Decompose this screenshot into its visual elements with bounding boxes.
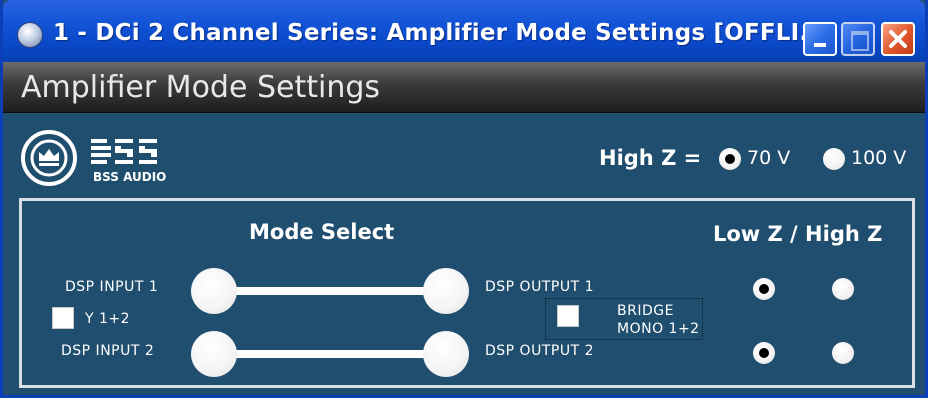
- output-1-knob[interactable]: [423, 268, 469, 314]
- amplifier-mode-window: 1 - DCi 2 Channel Series: Amplifier Mode…: [0, 0, 928, 398]
- channel-2-low-z-radio[interactable]: [753, 342, 775, 364]
- channel-1-route-line: [213, 287, 449, 295]
- dsp-output-1-label: DSP OUTPUT 1: [485, 279, 594, 295]
- page-title: Amplifier Mode Settings: [21, 70, 381, 105]
- channel-2-route-line: [213, 350, 449, 358]
- bridge-label: BRIDGE: [617, 303, 674, 319]
- minimize-button[interactable]: [803, 22, 837, 56]
- maximize-icon: [851, 31, 869, 51]
- channel-1-high-z-radio[interactable]: [832, 278, 854, 300]
- maximize-button[interactable]: [841, 22, 875, 56]
- app-icon[interactable]: [17, 22, 43, 48]
- dsp-input-2-label: DSP INPUT 2: [61, 343, 155, 359]
- channel-2-high-z-radio[interactable]: [832, 342, 854, 364]
- y-1-2-label: Y 1+2: [85, 311, 131, 327]
- y-1-2-checkbox[interactable]: [52, 307, 74, 329]
- high-z-100v-label: 100 V: [851, 147, 907, 169]
- bridge-mono-checkbox[interactable]: [557, 305, 579, 327]
- close-button[interactable]: [881, 22, 915, 56]
- svg-text:BSS AUDIO: BSS AUDIO: [93, 170, 166, 184]
- high-z-label: High Z =: [599, 146, 702, 170]
- mode-select-title: Mode Select: [249, 220, 395, 244]
- input-2-knob[interactable]: [191, 331, 237, 377]
- mono-1-2-label: MONO 1+2: [617, 321, 700, 337]
- low-high-z-title: Low Z / High Z: [713, 222, 883, 246]
- dsp-input-1-label: DSP INPUT 1: [65, 279, 159, 295]
- window-title: 1 - DCi 2 Channel Series: Amplifier Mode…: [53, 20, 827, 46]
- title-bar[interactable]: 1 - DCi 2 Channel Series: Amplifier Mode…: [3, 0, 925, 62]
- minimize-icon: [814, 43, 826, 47]
- high-z-70v-radio[interactable]: [719, 148, 741, 170]
- input-1-knob[interactable]: [191, 268, 237, 314]
- high-z-70v-label: 70 V: [747, 147, 791, 169]
- output-2-knob[interactable]: [423, 331, 469, 377]
- high-z-100v-radio[interactable]: [823, 148, 845, 170]
- crown-logo-icon: [21, 130, 77, 186]
- dsp-output-2-label: DSP OUTPUT 2: [485, 343, 594, 359]
- channel-1-low-z-radio[interactable]: [753, 278, 775, 300]
- bss-audio-logo: BSS AUDIO: [91, 139, 166, 184]
- close-icon: [889, 30, 907, 48]
